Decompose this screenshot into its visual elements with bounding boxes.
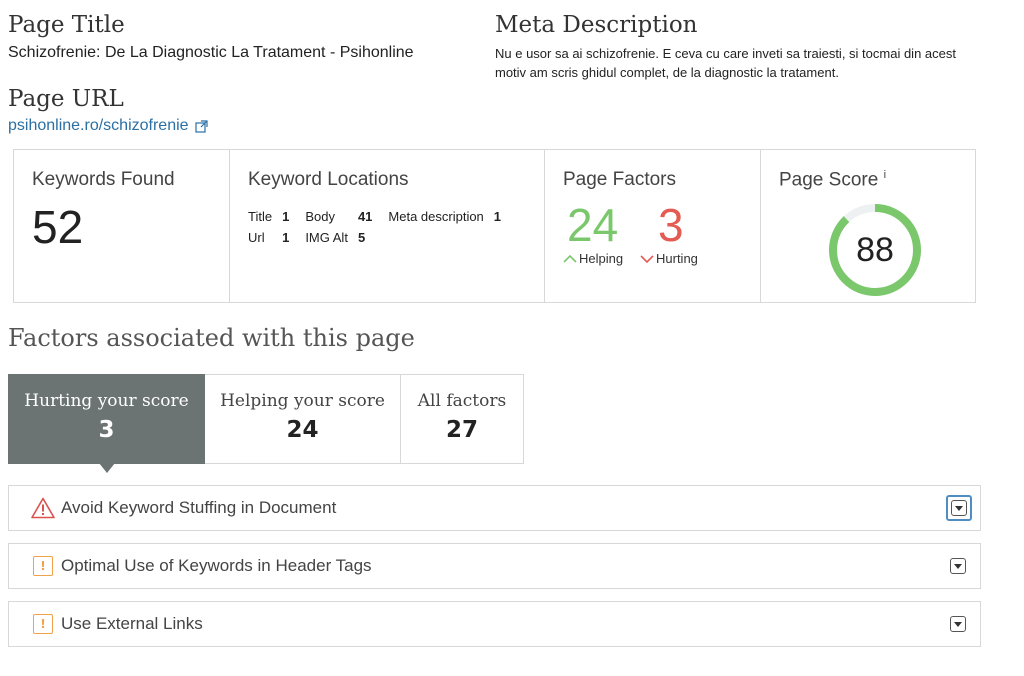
tab-count: 3 xyxy=(98,417,115,443)
warning-triangle-icon xyxy=(31,496,55,520)
expand-button[interactable] xyxy=(948,614,968,634)
page-factors-title: Page Factors xyxy=(563,169,676,190)
hurting-indicator: Hurting xyxy=(640,251,698,266)
factor-row-external-links[interactable]: ! Use External Links xyxy=(8,601,981,647)
meta-description-value: Nu e usor sa ai schizofrenie. E ceva cu … xyxy=(495,46,956,80)
tab-count: 27 xyxy=(445,417,478,443)
tab-count: 24 xyxy=(286,417,319,443)
helping-label: Helping xyxy=(579,251,624,266)
factor-tabs: Hurting your score 3 Helping your score … xyxy=(8,374,524,473)
chevron-down-icon xyxy=(950,558,966,574)
location-count: 1 xyxy=(493,209,502,224)
tab-label: Hurting your score xyxy=(24,391,189,411)
chevron-down-icon xyxy=(951,500,967,516)
tab-label: Helping your score xyxy=(220,391,385,411)
chevron-down-icon xyxy=(640,254,654,263)
location-label: Body xyxy=(305,209,335,224)
location-label: Meta description xyxy=(388,209,484,224)
helping-count: 24 xyxy=(567,199,619,251)
location-label: Title xyxy=(248,209,273,224)
stats-panel: Keywords Found 52 Keyword Locations Titl… xyxy=(13,149,976,303)
warning-box-icon: ! xyxy=(31,554,55,578)
page-title-value: Schizofrenie: De La Diagnostic La Tratam… xyxy=(8,44,414,61)
location-count: 5 xyxy=(357,230,366,245)
tab-all[interactable]: All factors 27 xyxy=(401,374,524,464)
external-link-icon xyxy=(194,119,208,133)
hurting-count: 3 xyxy=(658,199,684,251)
hurting-label: Hurting xyxy=(656,251,698,266)
location-label: IMG Alt xyxy=(305,230,348,245)
factor-label: Avoid Keyword Stuffing in Document xyxy=(61,498,337,517)
expand-button[interactable] xyxy=(946,495,972,521)
info-icon[interactable]: i xyxy=(884,169,886,181)
keyword-locations-title: Keyword Locations xyxy=(248,169,409,190)
helping-indicator: Helping xyxy=(563,251,623,266)
location-label: Url xyxy=(248,230,265,245)
page-score-title: Page Score i xyxy=(779,169,886,191)
expand-button[interactable] xyxy=(948,556,968,576)
keyword-locations-table: Title 1 Body 41 Meta description 1 Url 1… xyxy=(248,207,517,249)
tab-label: All factors xyxy=(417,391,507,411)
location-count: 41 xyxy=(357,209,373,224)
factor-row-header-tags[interactable]: ! Optimal Use of Keywords in Header Tags xyxy=(8,543,981,589)
location-count: 1 xyxy=(282,209,290,224)
factor-label: Optimal Use of Keywords in Header Tags xyxy=(61,556,372,575)
page-score-title-text: Page Score xyxy=(779,169,879,191)
chevron-down-icon xyxy=(950,616,966,632)
factor-label: Use External Links xyxy=(61,614,203,633)
keywords-found-title: Keywords Found xyxy=(32,169,175,190)
factor-row-keyword-stuffing[interactable]: Avoid Keyword Stuffing in Document xyxy=(8,485,981,531)
tab-hurting[interactable]: Hurting your score 3 xyxy=(8,374,205,473)
factors-heading: Factors associated with this page xyxy=(8,324,415,352)
page-url-link[interactable]: psihonline.ro/schizofrenie xyxy=(8,117,208,135)
meta-description-label: Meta Description xyxy=(495,12,698,38)
page-title-label: Page Title xyxy=(8,12,125,38)
page-factors-card: Page Factors 24 3 Helping Hurting xyxy=(545,150,761,302)
page-url-label: Page URL xyxy=(8,86,124,112)
page-score-card: Page Score i 88 xyxy=(761,150,975,302)
keyword-locations-card: Keyword Locations Title 1 Body 41 Meta d… xyxy=(230,150,545,302)
page-url-text: psihonline.ro/schizofrenie xyxy=(8,117,189,134)
warning-box-icon: ! xyxy=(31,612,55,636)
chevron-up-icon xyxy=(563,254,577,263)
keywords-found-card: Keywords Found 52 xyxy=(14,150,230,302)
location-count: 1 xyxy=(282,230,290,245)
page-score-value: 88 xyxy=(856,230,894,269)
keywords-found-count: 52 xyxy=(32,201,84,253)
tab-helping[interactable]: Helping your score 24 xyxy=(205,374,401,464)
